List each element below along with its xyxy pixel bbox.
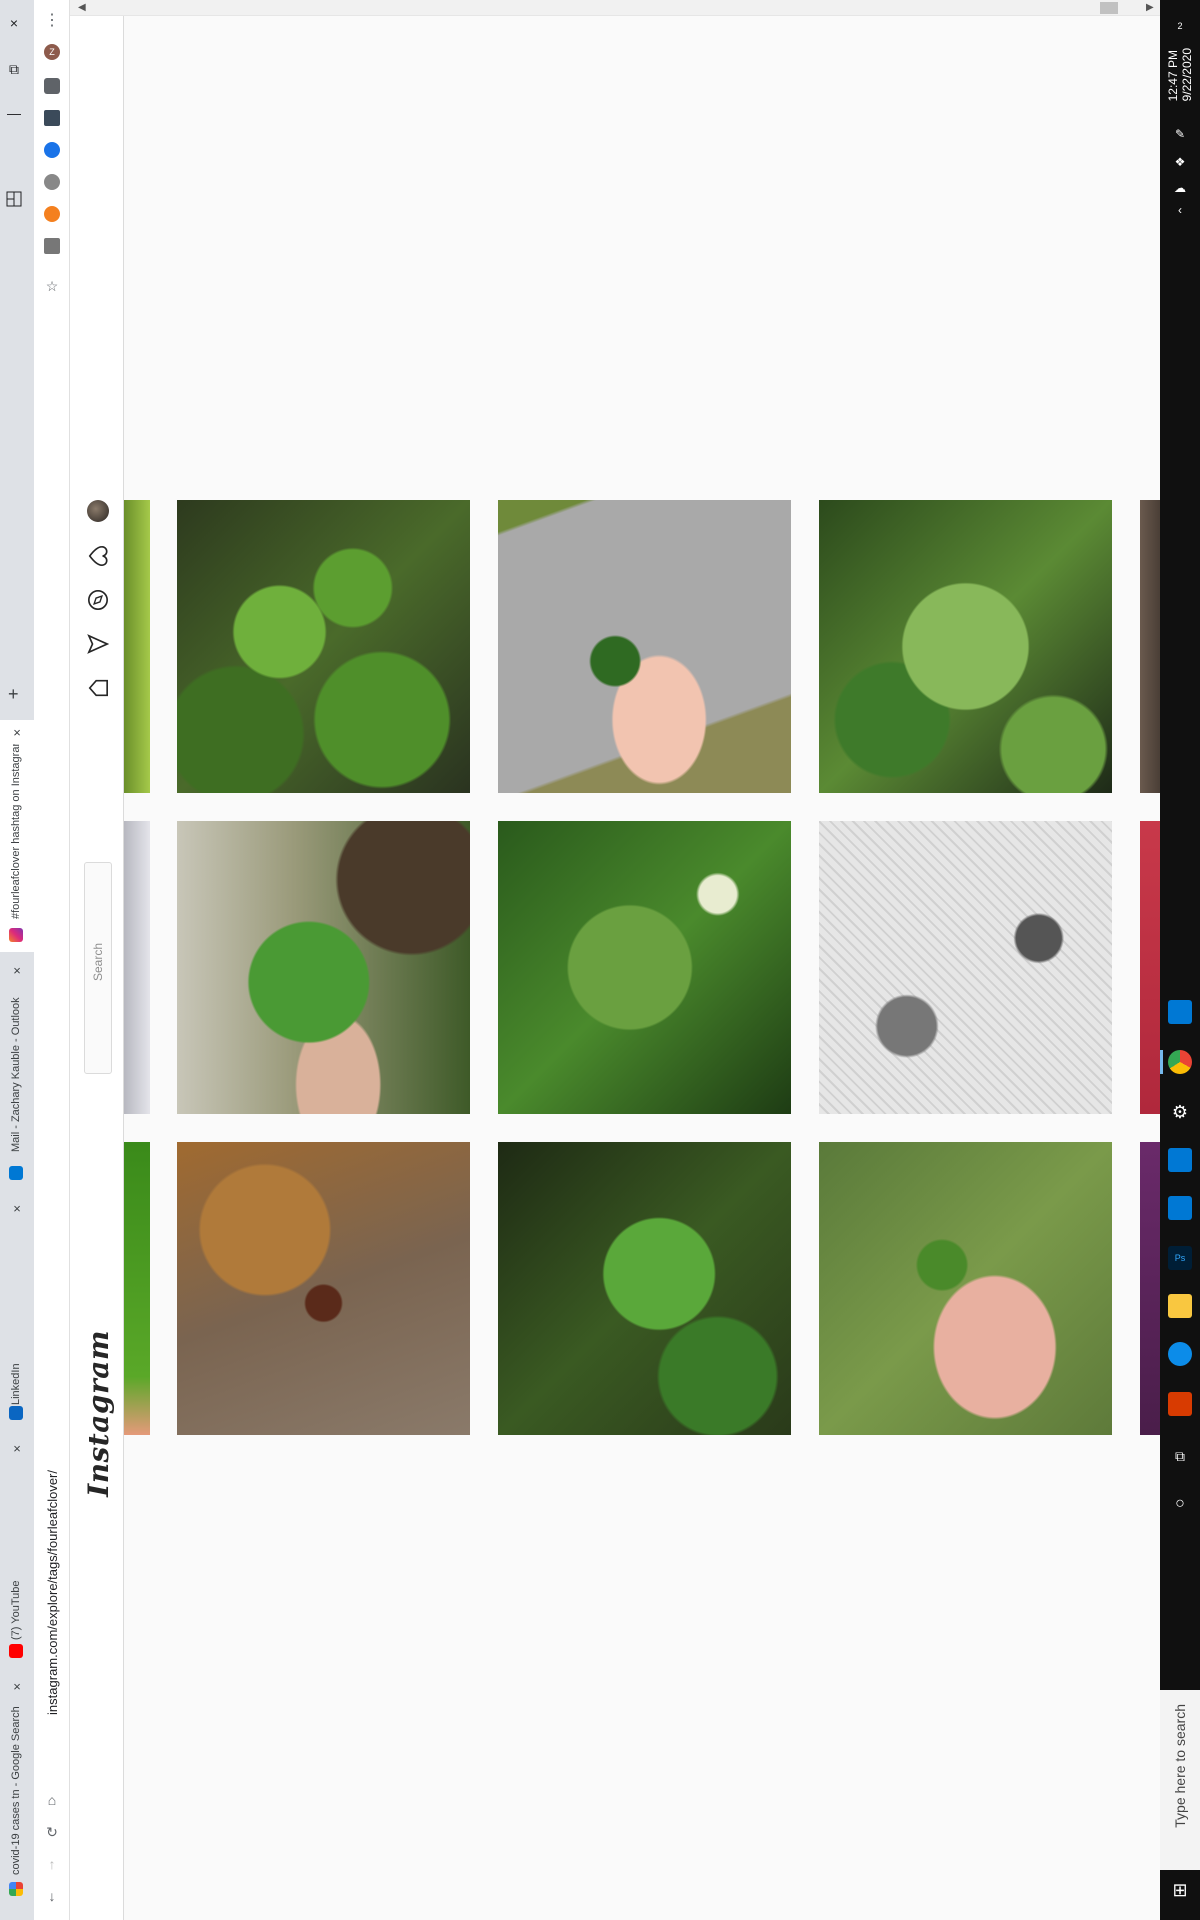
instagram-icon: [9, 928, 23, 942]
start-windows-icon[interactable]: ⊞: [1168, 1878, 1192, 1902]
monitor-extension-icon[interactable]: [44, 110, 60, 126]
post-thumbnail[interactable]: [177, 1142, 470, 1435]
post-thumbnail[interactable]: [1140, 1142, 1160, 1435]
post-thumbnail[interactable]: [819, 1142, 1112, 1435]
search-placeholder: Search: [91, 943, 105, 982]
windows-taskbar: 2 12:47 PM 9/22/2020 ✎ ❖ ☁ ‹ ⚙ Ps ⧉ ○ Ty…: [1160, 0, 1200, 1920]
notification-count: 2: [1177, 21, 1183, 31]
outlook-icon[interactable]: [1168, 1148, 1192, 1172]
scrollbar-thumb[interactable]: [1100, 2, 1118, 14]
post-thumbnail[interactable]: [498, 821, 791, 1114]
clock-date: 9/22/2020: [1180, 48, 1194, 102]
settings-icon[interactable]: ⚙: [1168, 1100, 1192, 1124]
horizontal-scrollbar[interactable]: ◀ ▶: [70, 0, 1160, 16]
direct-icon[interactable]: [86, 632, 110, 656]
tab-title[interactable]: Mail - Zachary Kauble - Outlook: [10, 982, 24, 1152]
post-grid: [124, 16, 1160, 1920]
forward-icon[interactable]: ↑: [42, 1854, 62, 1874]
profile-avatar[interactable]: Z: [44, 44, 60, 60]
chrome-icon[interactable]: [1168, 1050, 1192, 1074]
notification-icon[interactable]: 2: [1168, 14, 1192, 38]
taskbar-search-placeholder: Type here to search: [1172, 1704, 1188, 1828]
menu-icon[interactable]: ⋮: [42, 10, 62, 30]
post-thumbnail[interactable]: [819, 500, 1112, 793]
photoshop-icon[interactable]: Ps: [1168, 1246, 1192, 1270]
file-explorer-icon[interactable]: [1168, 1294, 1192, 1318]
new-tab-button[interactable]: +: [8, 684, 19, 705]
tab-close-icon[interactable]: ×: [9, 724, 25, 740]
clock[interactable]: 12:47 PM 9/22/2020: [1166, 48, 1196, 101]
post-thumbnail[interactable]: [1140, 821, 1160, 1114]
post-thumbnail[interactable]: [177, 821, 470, 1114]
bookmark-star-icon[interactable]: ☆: [42, 276, 62, 296]
edge-icon[interactable]: [1168, 1342, 1192, 1366]
chevron-up-icon[interactable]: ‹: [1168, 198, 1192, 222]
tab-close-icon[interactable]: ×: [9, 1678, 25, 1694]
instagram-logo[interactable]: Instagram: [82, 1330, 115, 1497]
post-thumbnail[interactable]: [124, 1142, 150, 1435]
restore-window-icon[interactable]: ⧉: [0, 56, 28, 82]
address-bar[interactable]: instagram.com/explore/tags/fourleafclove…: [45, 1470, 61, 1715]
clock-time: 12:47 PM: [1166, 50, 1180, 102]
cloud-icon[interactable]: ☁: [1168, 176, 1192, 200]
office-icon[interactable]: [1168, 1392, 1192, 1416]
task-view-icon[interactable]: ⧉: [1168, 1444, 1192, 1468]
grey-circle-extension-icon[interactable]: [44, 174, 60, 190]
visual-studio-code-icon[interactable]: [1168, 1196, 1192, 1220]
minimize-window-icon[interactable]: —: [0, 100, 28, 126]
scroll-right-icon[interactable]: ▶: [1146, 0, 1154, 16]
scroll-left-icon[interactable]: ◀: [78, 0, 86, 16]
post-thumbnail[interactable]: [124, 500, 150, 793]
youtube-icon: [9, 1644, 23, 1658]
home-icon[interactable]: ⌂: [42, 1790, 62, 1810]
tab-layout-icon[interactable]: [0, 186, 28, 212]
puzzle-extension-icon[interactable]: [44, 78, 60, 94]
post-thumbnail[interactable]: [498, 1142, 791, 1435]
tab-title[interactable]: (7) YouTube: [10, 1570, 24, 1640]
google-icon: [9, 1882, 23, 1896]
tab-title[interactable]: covid-19 cases tn - Google Search: [10, 1700, 24, 1875]
post-thumbnail[interactable]: [177, 500, 470, 793]
post-thumbnail[interactable]: [124, 821, 150, 1114]
tab-close-icon[interactable]: ×: [9, 1440, 25, 1456]
search-input[interactable]: Search: [84, 862, 112, 1074]
home-icon[interactable]: [86, 676, 110, 700]
instagram-nav: Search Instagram: [70, 0, 124, 1920]
tab-title[interactable]: LinkedIn: [10, 1350, 24, 1405]
reload-icon[interactable]: ↻: [42, 1822, 62, 1842]
tab-close-icon[interactable]: ×: [9, 1200, 25, 1216]
tab-strip: × ⧉ — + × #fourleafclover hashtag on Ins…: [0, 0, 34, 1920]
blue-app-icon[interactable]: [1168, 1000, 1192, 1024]
close-window-icon[interactable]: ×: [0, 10, 28, 36]
profile-avatar[interactable]: [87, 500, 109, 522]
post-thumbnail[interactable]: [498, 500, 791, 793]
grey-square-extension-icon[interactable]: [44, 238, 60, 254]
blue-circle-extension-icon[interactable]: [44, 142, 60, 158]
explore-icon[interactable]: [86, 588, 110, 612]
outlook-icon: [9, 1166, 23, 1180]
activity-heart-icon[interactable]: [86, 544, 110, 568]
linkedin-icon: [9, 1406, 23, 1420]
post-thumbnail[interactable]: [819, 821, 1112, 1114]
orange-extension-icon[interactable]: [44, 206, 60, 222]
pen-icon[interactable]: ✎: [1168, 122, 1192, 146]
cortana-icon[interactable]: ○: [1168, 1492, 1192, 1516]
taskbar-search-box[interactable]: Type here to search: [1160, 1690, 1200, 1870]
post-thumbnail[interactable]: [1140, 500, 1160, 793]
tab-title[interactable]: #fourleafclover hashtag on Instagram: [10, 744, 24, 919]
tab-close-icon[interactable]: ×: [9, 962, 25, 978]
back-icon[interactable]: ↓: [42, 1886, 62, 1906]
dropbox-icon[interactable]: ❖: [1168, 150, 1192, 174]
browser-toolbar: ⋮ Z ☆ instagram.com/explore/tags/fourlea…: [34, 0, 70, 1920]
